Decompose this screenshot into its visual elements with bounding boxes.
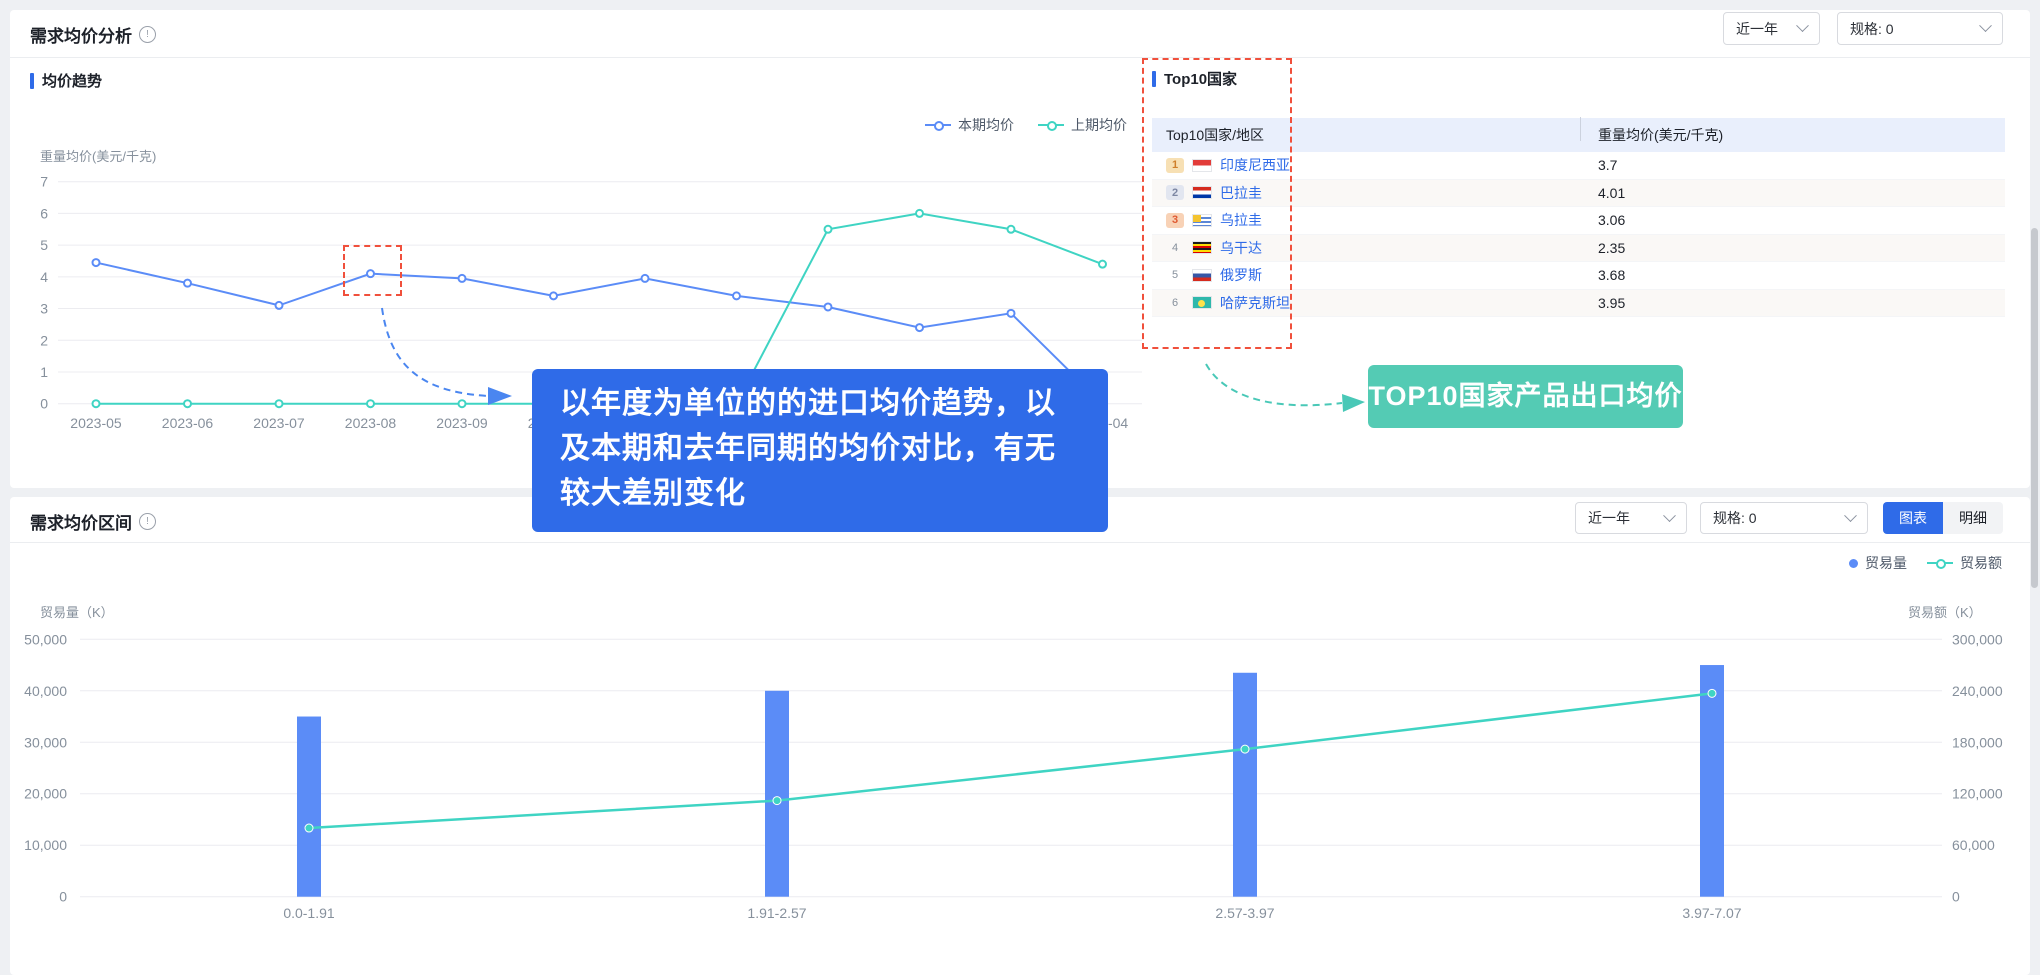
note-line: 及本期和去年同期的均价对比，有无: [560, 426, 1080, 471]
card2-title-row: 需求均价区间 !: [30, 509, 156, 534]
range-legend: 贸易量 贸易额: [1849, 553, 2002, 573]
highlight-box-top10: [1142, 58, 1292, 349]
spec-select-value: 规格: 0: [1850, 19, 1894, 39]
price-cell: 3.68: [1582, 267, 2005, 283]
annotation-note-top10: TOP10国家产品出口均价: [1368, 365, 1683, 428]
svg-text:2.57-3.97: 2.57-3.97: [1215, 905, 1274, 921]
period-select-2[interactable]: 近一年: [1575, 502, 1687, 534]
svg-text:0: 0: [1952, 889, 1960, 905]
svg-text:300,000: 300,000: [1952, 631, 2003, 647]
svg-text:0: 0: [40, 396, 48, 412]
svg-text:2023-09: 2023-09: [436, 415, 488, 431]
page-title: 需求均价分析: [30, 22, 132, 47]
period-select-value: 近一年: [1736, 19, 1778, 39]
legend-label: 贸易量: [1865, 553, 1907, 573]
note-line: 以年度为单位的的进口均价趋势，以: [560, 381, 1080, 426]
svg-text:2023-06: 2023-06: [162, 415, 214, 431]
blue-dashed-arrow: [360, 290, 530, 410]
toggle-chart-button[interactable]: 图表: [1883, 502, 1943, 534]
price-cell: 3.06: [1582, 212, 2005, 228]
demand-avg-price-analysis-card: 需求均价分析 ! 近一年 规格: 0 均价趋势 本期均价 上期均价 重量均价(美…: [10, 10, 2030, 488]
spec-select-value: 规格: 0: [1713, 508, 1757, 528]
svg-text:120,000: 120,000: [1952, 786, 2003, 802]
svg-text:0.0-1.91: 0.0-1.91: [283, 905, 335, 921]
chevron-down-icon: [1663, 509, 1676, 522]
line-marker-icon: [1038, 124, 1064, 126]
svg-text:2023-08: 2023-08: [345, 415, 397, 431]
spec-select-2[interactable]: 规格: 0: [1700, 502, 1868, 534]
chevron-down-icon: [1844, 509, 1857, 522]
svg-text:3: 3: [40, 301, 48, 317]
legend-label: 贸易额: [1960, 553, 2002, 573]
demand-price-range-card: 需求均价区间 ! 近一年 规格: 0 图表 明细 贸易量 贸易额 贸易量（K） …: [10, 497, 2030, 975]
svg-text:1.91-2.57: 1.91-2.57: [747, 905, 806, 921]
teal-dashed-arrow: [1190, 350, 1380, 425]
top10-title: Top10国家: [1164, 68, 1237, 89]
svg-text:40,000: 40,000: [24, 683, 67, 699]
accent-bar: [30, 73, 34, 89]
highlight-box-2023-08: [343, 245, 402, 296]
period-select[interactable]: 近一年: [1723, 12, 1820, 45]
card1-title-row: 需求均价分析 !: [30, 22, 156, 47]
top10-subtitle: Top10国家: [1152, 68, 1237, 89]
svg-text:30,000: 30,000: [24, 734, 67, 750]
svg-text:3.97-7.07: 3.97-7.07: [1682, 905, 1741, 921]
svg-text:50,000: 50,000: [24, 631, 67, 647]
price-cell: 3.7: [1582, 157, 2005, 173]
legend-label: 上期均价: [1071, 115, 1127, 135]
price-cell: 4.01: [1582, 185, 2005, 201]
info-icon[interactable]: !: [139, 513, 156, 530]
svg-text:2023-07: 2023-07: [253, 415, 305, 431]
svg-text:1: 1: [40, 364, 48, 380]
chevron-down-icon: [1979, 19, 1992, 32]
price-cell: 2.35: [1582, 240, 2005, 256]
period-select-value: 近一年: [1588, 508, 1630, 528]
svg-text:20,000: 20,000: [24, 786, 67, 802]
spec-select[interactable]: 规格: 0: [1837, 12, 2003, 45]
svg-text:5: 5: [40, 237, 48, 253]
chevron-down-icon: [1796, 19, 1809, 32]
toggle-detail-button[interactable]: 明细: [1943, 502, 2003, 534]
trend-subtitle: 均价趋势: [30, 70, 102, 91]
svg-text:4: 4: [40, 269, 48, 285]
divider: [10, 542, 2030, 543]
svg-text:10,000: 10,000: [24, 837, 67, 853]
trend-subtitle-label: 均价趋势: [42, 70, 102, 91]
legend-item-volume[interactable]: 贸易量: [1849, 553, 1907, 573]
legend-item-amount[interactable]: 贸易额: [1927, 553, 2002, 573]
page-title-2: 需求均价区间: [30, 509, 132, 534]
svg-text:240,000: 240,000: [1952, 683, 2003, 699]
svg-text:0: 0: [59, 889, 67, 905]
svg-text:7: 7: [40, 174, 48, 190]
range-chart: 0 0 10,000 60,000 20,000 120,000 30,000 180,000…: [10, 595, 2030, 935]
info-icon[interactable]: !: [139, 26, 156, 43]
svg-text:2023-05: 2023-05: [70, 415, 122, 431]
annotation-note-trend: 以年度为单位的的进口均价趋势，以 及本期和去年同期的均价对比，有无 较大差别变化: [532, 369, 1108, 532]
line-marker-icon: [1927, 562, 1953, 564]
line-marker-icon: [925, 124, 951, 126]
note-line: 较大差别变化: [560, 471, 1080, 516]
divider: [10, 57, 2030, 58]
svg-text:60,000: 60,000: [1952, 837, 1995, 853]
dot-marker-icon: [1849, 559, 1858, 568]
svg-text:6: 6: [40, 205, 48, 221]
legend-label: 本期均价: [958, 115, 1014, 135]
column-header-price: 重量均价(美元/千克): [1582, 125, 2005, 145]
trend-legend: 本期均价 上期均价: [925, 115, 1127, 135]
legend-item-previous[interactable]: 上期均价: [1038, 115, 1127, 135]
vertical-scrollbar[interactable]: [2031, 228, 2038, 588]
svg-text:2: 2: [40, 332, 48, 348]
svg-text:180,000: 180,000: [1952, 734, 2003, 750]
view-toggle: 图表 明细: [1883, 502, 2003, 534]
accent-bar: [1152, 71, 1156, 87]
price-cell: 3.95: [1582, 295, 2005, 311]
legend-item-current[interactable]: 本期均价: [925, 115, 1014, 135]
